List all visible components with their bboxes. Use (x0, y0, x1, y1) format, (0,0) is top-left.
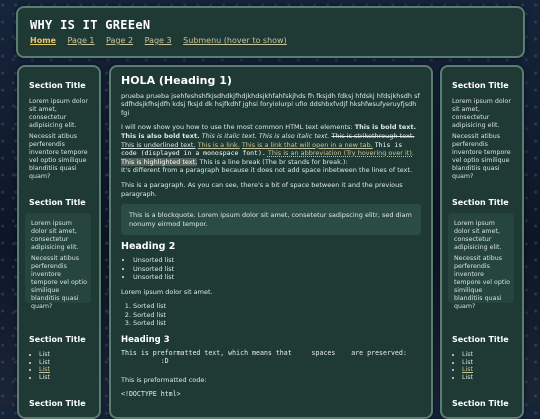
page-heading-1: HOLA (Heading 1) (121, 74, 232, 87)
section-title: Section Title (29, 198, 86, 207)
section-text: Necessit atibus perferendis inventore te… (31, 255, 87, 310)
section-text: Necessit atibus perferendis inventore te… (29, 133, 88, 180)
list-item: List (39, 366, 50, 374)
list-link[interactable]: List (39, 366, 50, 373)
example-link[interactable]: This is a link. (198, 141, 240, 149)
section-title: Section Title (452, 81, 509, 90)
preformatted-text: This is preformatted text, which means t… (121, 348, 407, 366)
list-item: Sorted list (133, 319, 421, 328)
section-box: Lorem ipsum dolor sit amet, consectetur … (448, 213, 514, 310)
nav-submenu-link[interactable]: Submenu (hover to show) (183, 36, 287, 45)
nav-page1-link[interactable]: Page 1 (68, 36, 95, 45)
blockquote: This is a blockquote. Lorem ipsum dolor … (121, 204, 421, 236)
paragraph-text: This is a paragraph. As you can see, the… (121, 180, 403, 198)
main-content: HOLA (Heading 1) prueba prueba jsehfeshs… (109, 65, 433, 419)
nav-page3-link[interactable]: Page 3 (145, 36, 172, 45)
list-item: Sorted list (133, 302, 421, 311)
section-title: Section Title (452, 335, 509, 344)
unsorted-list: Unsorted list Unsorted list Unsorted lis… (121, 256, 421, 282)
sorted-list: Sorted list Sorted list Sorted list (121, 302, 421, 328)
section-text: Lorem ipsum dolor sit amet, consectetur … (31, 220, 79, 251)
header-panel: WHY IS IT GREEeN Home Page 1 Page 2 Page… (16, 6, 525, 58)
sidebar-list: List List List List (29, 351, 50, 381)
preformatted-label: This is preformatted code: (121, 375, 207, 384)
after-break-text: It's different from a paragraph because … (121, 166, 413, 175)
text-elements-paragraph: I will now show you how to use the most … (121, 123, 421, 175)
list-item: List (462, 374, 473, 382)
new-tab-link[interactable]: This is a link that will open in a new t… (242, 141, 373, 149)
lorem-text: Lorem ipsum dolor sit amet. (121, 287, 213, 296)
strikethrough-text: This is strikethrough text. (331, 131, 415, 140)
section-title: Section Title (29, 399, 86, 408)
left-sidebar: Section Title Lorem ipsum dolor sit amet… (17, 65, 101, 419)
also-italic-text: This is also italic text. (258, 131, 330, 140)
abbreviation-text[interactable]: This is an abbreviation (Try hovering ov… (268, 149, 414, 157)
section-title: Section Title (29, 81, 86, 90)
bold-text: This is bold text. (354, 123, 417, 132)
section-text: Necessit atibus perferendis inventore te… (452, 133, 511, 180)
section-text: Necessit atibus perferendis inventore te… (454, 255, 510, 310)
underlined-text: This is underlined text. (121, 140, 196, 149)
section-title: Section Title (452, 198, 509, 207)
line-break-text: This is a line break (The br stands for … (199, 157, 348, 166)
intro-text: I will now show you how to use the most … (121, 123, 353, 132)
page-heading-3: Heading 3 (121, 335, 170, 346)
list-link[interactable]: List (462, 366, 473, 373)
right-sidebar: Section Title Lorem ipsum dolor sit amet… (440, 65, 524, 419)
site-title: WHY IS IT GREEeN (30, 18, 151, 32)
list-item: Unsorted list (133, 256, 421, 265)
nav-page2-link[interactable]: Page 2 (106, 36, 133, 45)
section-title: Section Title (452, 399, 509, 408)
highlighted-text: This is highlighted text. (121, 157, 198, 166)
section-text: Lorem ipsum dolor sit amet, consectetur … (454, 220, 502, 251)
section-title: Section Title (29, 335, 86, 344)
list-item: List (462, 351, 473, 359)
section-text: Lorem ipsum dolor sit amet, consectetur … (452, 98, 511, 129)
section-box: Lorem ipsum dolor sit amet, consectetur … (25, 213, 91, 310)
list-item: List (462, 359, 473, 367)
list-item: List (462, 366, 473, 374)
list-item: List (39, 374, 50, 382)
list-item: Unsorted list (133, 265, 421, 274)
also-bold-text: This is also bold text. (121, 131, 200, 140)
preformatted-code: <!DOCTYPE html> (121, 390, 181, 399)
list-item: Sorted list (133, 311, 421, 320)
sidebar-list: List List List List (452, 351, 473, 381)
list-item: Unsorted list (133, 273, 421, 282)
nav-home-link[interactable]: Home (30, 36, 56, 45)
nav-bar: Home Page 1 Page 2 Page 3 Submenu (hover… (30, 36, 296, 45)
gibberish-text: prueba prueba jsehfeshshfkjsdhdkjfhdjkhd… (121, 91, 420, 117)
list-item: List (39, 359, 50, 367)
italic-text: This is italic text. (201, 131, 257, 140)
section-text: Lorem ipsum dolor sit amet, consectetur … (29, 98, 88, 129)
list-item: List (39, 351, 50, 359)
page-heading-2: Heading 2 (121, 241, 176, 253)
